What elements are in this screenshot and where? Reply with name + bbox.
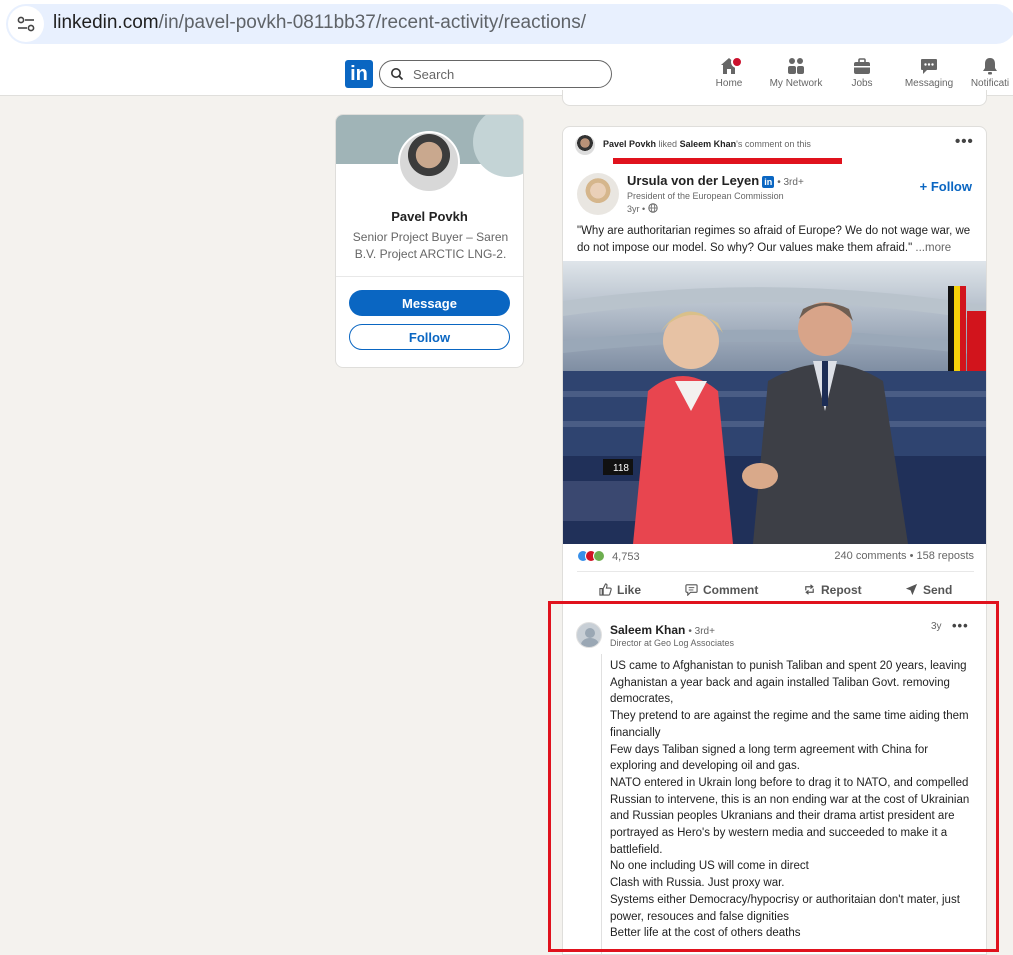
see-more-link[interactable]: ...more (915, 242, 951, 254)
notification-badge (731, 56, 743, 68)
comment-icon (685, 584, 698, 597)
actor-name[interactable]: Pavel Povkh (603, 139, 656, 149)
parliament-photo: 118 (563, 261, 986, 544)
post-body: "Why are authoritarian regimes so afraid… (577, 225, 971, 254)
profile-avatar[interactable] (398, 131, 460, 193)
like-label: Like (617, 583, 642, 597)
post-text: "Why are authoritarian regimes so afraid… (577, 223, 977, 256)
chat-icon (921, 59, 937, 74)
comments-reposts[interactable]: 240 comments • 158 reposts (834, 550, 974, 562)
profile-name[interactable]: Pavel Povkh (336, 209, 523, 224)
celebrate-reaction-icon (593, 550, 605, 562)
comment-label: Comment (703, 583, 759, 597)
repost-icon (805, 584, 814, 595)
red-highlight-box (548, 601, 999, 952)
nav-network-label: My Network (769, 78, 823, 89)
activity-text: Pavel Povkh liked Saleem Khan's comment … (603, 139, 811, 149)
nav-notifications[interactable]: Notificati (967, 56, 1013, 89)
nav-notifications-label: Notificati (970, 78, 1010, 89)
address-url[interactable]: linkedin.com/in/pavel-povkh-0811bb37/rec… (53, 12, 586, 34)
nav-jobs-label: Jobs (851, 78, 873, 89)
send-icon (905, 583, 918, 596)
reactions-count[interactable]: 4,753 (612, 551, 640, 563)
post-author: Ursula von der Leyen in • 3rd+ President o… (577, 173, 977, 218)
more-options-icon[interactable]: ••• (955, 133, 974, 150)
red-underline-annotation (613, 158, 842, 164)
reaction-icons[interactable]: 4,753 (577, 550, 640, 563)
nav-home[interactable]: Home (714, 56, 744, 89)
nav-home-label: Home (715, 78, 743, 89)
url-host: linkedin.com (53, 12, 159, 33)
linkedin-logo[interactable]: in (345, 60, 373, 88)
profile-divider (336, 276, 523, 277)
like-button[interactable]: Like (599, 583, 641, 597)
bell-icon (983, 58, 997, 75)
comment-author-link[interactable]: Saleem Khan (680, 139, 737, 149)
activity-verb: liked (658, 139, 678, 149)
previous-post-card (562, 90, 987, 106)
profile-card: Pavel Povkh Senior Project Buyer – Saren… (335, 114, 524, 368)
nav-messaging-label: Messaging (904, 78, 954, 89)
nav-my-network[interactable]: My Network (766, 56, 826, 89)
repost-button[interactable]: Repost (803, 583, 862, 597)
network-icon (788, 58, 804, 74)
author-avatar[interactable] (577, 173, 619, 215)
post-time: 3yr • (627, 203, 658, 214)
nav-messaging[interactable]: Messaging (902, 56, 956, 89)
activity-header: Pavel Povkh liked Saleem Khan's comment … (575, 135, 975, 164)
actor-avatar[interactable] (575, 135, 595, 155)
browser-address-bar: linkedin.com/in/pavel-povkh-0811bb37/rec… (0, 0, 1013, 52)
post-image[interactable]: 118 (563, 261, 986, 544)
site-settings-icon[interactable] (8, 6, 44, 42)
post-time-text: 3yr • (627, 204, 646, 214)
author-name-row[interactable]: Ursula von der Leyen in • 3rd+ (627, 173, 804, 188)
comment-button[interactable]: Comment (685, 583, 758, 597)
seat-number: 118 (613, 463, 629, 474)
follow-author-button[interactable]: + Follow (920, 179, 972, 194)
author-degree: • 3rd+ (777, 177, 804, 188)
search-icon (391, 68, 404, 81)
send-button[interactable]: Send (905, 583, 952, 597)
briefcase-icon (854, 58, 870, 74)
nav-jobs[interactable]: Jobs (849, 56, 875, 89)
follow-button[interactable]: Follow (349, 324, 510, 350)
author-name[interactable]: Ursula von der Leyen (627, 173, 759, 188)
thumbs-up-icon (599, 583, 612, 596)
stats-divider (577, 571, 974, 572)
globe-icon (647, 203, 658, 213)
url-path: /in/pavel-povkh-0811bb37/recent-activity… (158, 12, 586, 33)
send-label: Send (923, 583, 953, 597)
repost-label: Repost (821, 583, 862, 597)
search-box[interactable] (379, 60, 612, 88)
linkedin-badge-icon: in (762, 176, 775, 188)
search-input[interactable] (413, 65, 603, 83)
post-actions: Like Comment Repost Send (577, 583, 974, 603)
message-button[interactable]: Message (349, 290, 510, 316)
activity-suffix: 's comment on this (736, 139, 811, 149)
author-role: President of the European Commission (627, 191, 784, 201)
profile-headline: Senior Project Buyer – Saren B.V. Projec… (352, 230, 509, 261)
post-stats: 4,753 240 comments • 158 reposts (577, 550, 974, 566)
